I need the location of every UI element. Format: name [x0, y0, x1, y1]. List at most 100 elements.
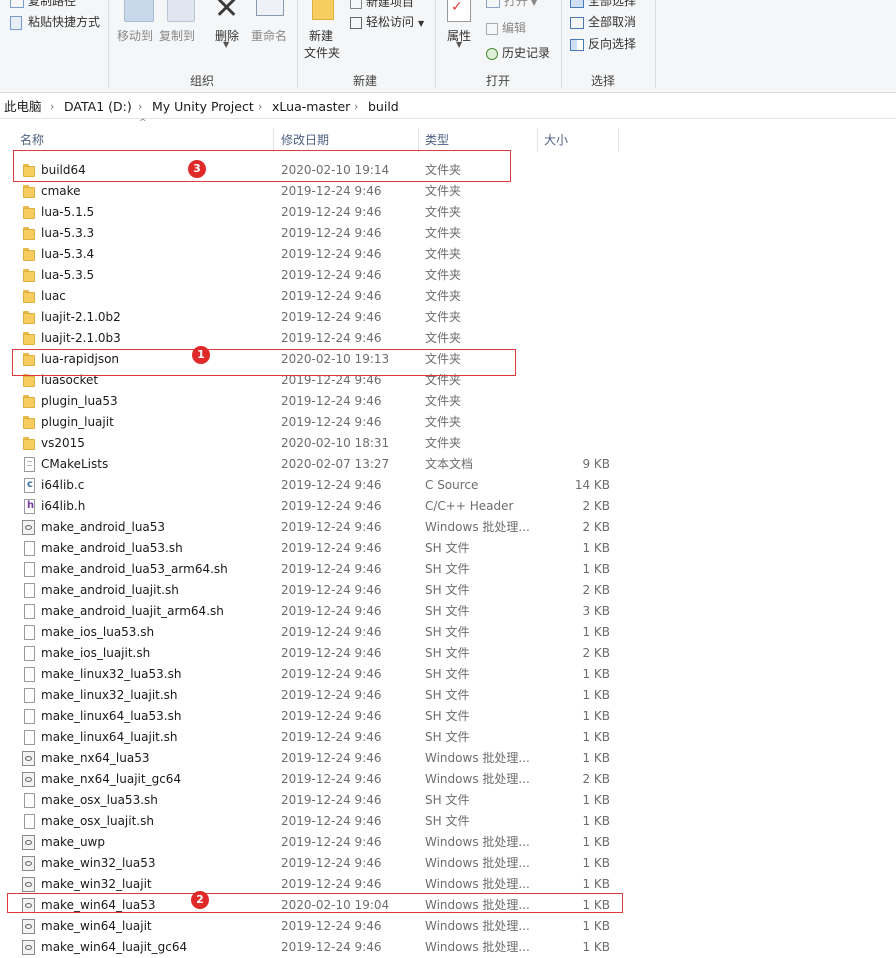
column-divider[interactable]: [273, 128, 274, 152]
file-row[interactable]: make_osx_lua53.sh 2019-12-24 9:46 SH 文件 1 K…: [0, 790, 896, 811]
file-row[interactable]: make_win64_lua53 2020-02-10 19:04 Windows …: [0, 895, 896, 916]
file-date: 2020-02-10 19:13: [281, 352, 390, 366]
copy-path-button[interactable]: 复制路径: [10, 0, 76, 9]
file-icon: [24, 604, 35, 619]
column-divider[interactable]: [418, 128, 419, 152]
file-row[interactable]: make_win32_lua53 2019-12-24 9:46 Windows 批…: [0, 853, 896, 874]
folder-icon: [22, 331, 36, 346]
breadcrumb-item[interactable]: xLua-master: [272, 96, 350, 118]
file-row[interactable]: vs2015 2020-02-10 18:31 文件夹: [0, 433, 896, 454]
file-row[interactable]: make_nx64_luajit_gc64 2019-12-24 9:46 Wind…: [0, 769, 896, 790]
file-type: SH 文件: [425, 667, 470, 681]
chevron-right-icon[interactable]: ›: [354, 96, 358, 118]
edit-button[interactable]: 编辑: [486, 19, 526, 36]
group-separator: [297, 0, 298, 88]
select-all-button[interactable]: 全部选择: [570, 0, 636, 9]
file-row[interactable]: make_android_luajit.sh 2019-12-24 9:46 SH …: [0, 580, 896, 601]
file-size: 1 KB: [582, 919, 610, 933]
file-row[interactable]: i64lib.h 2019-12-24 9:46 C/C++ Header 2 KB: [0, 495, 896, 517]
file-date: 2019-12-24 9:46: [281, 730, 382, 744]
file-icon: [24, 793, 35, 808]
select-none-button[interactable]: 全部取消: [570, 13, 636, 30]
file-row[interactable]: build64 2020-02-10 19:14 文件夹: [0, 160, 896, 181]
folder-icon: [22, 268, 36, 283]
chevron-right-icon[interactable]: ›: [138, 96, 142, 118]
open-group-label: 打开: [486, 74, 511, 88]
breadcrumb-item[interactable]: 此电脑: [4, 96, 42, 118]
file-size: 1 KB: [582, 814, 610, 828]
column-header-name[interactable]: 名称: [20, 126, 44, 154]
file-row[interactable]: make_ios_lua53.sh 2019-12-24 9:46 SH 文件 1 K…: [0, 622, 896, 643]
file-size: 9 KB: [582, 457, 610, 471]
file-row[interactable]: make_android_lua53_arm64.sh 2019-12-24 9:…: [0, 559, 896, 580]
folder-icon: [22, 289, 36, 304]
file-name: lua-5.3.5: [41, 268, 95, 282]
folder-icon: [22, 373, 36, 388]
file-row[interactable]: make_linux32_luajit.sh 2019-12-24 9:46 SH …: [0, 685, 896, 706]
file-row[interactable]: lua-5.3.4 2019-12-24 9:46 文件夹: [0, 244, 896, 265]
easy-access-button[interactable]: 轻松访问 ▼: [350, 13, 424, 30]
file-row[interactable]: i64lib.c 2019-12-24 9:46 C Source 14 KB: [0, 474, 896, 496]
file-date: 2019-12-24 9:46: [281, 793, 382, 807]
file-type: 文件夹: [425, 394, 462, 408]
file-row[interactable]: luasocket 2019-12-24 9:46 文件夹: [0, 370, 896, 391]
file-row[interactable]: make_ios_luajit.sh 2019-12-24 9:46 SH 文件 2 …: [0, 643, 896, 664]
file-date: 2020-02-07 13:27: [281, 457, 390, 471]
new-item-button[interactable]: 新建项目: [350, 0, 414, 10]
chevron-right-icon[interactable]: ›: [50, 96, 54, 118]
file-row[interactable]: make_win64_luajit_gc64 2019-12-24 9:46 Win…: [0, 937, 896, 958]
file-name: make_android_lua53: [41, 520, 166, 534]
file-row[interactable]: cmake 2019-12-24 9:46 文件夹: [0, 181, 896, 202]
column-header-date[interactable]: 修改日期: [281, 126, 329, 154]
open-button[interactable]: 打开 ▼: [486, 0, 537, 9]
file-row[interactable]: make_linux64_luajit.sh 2019-12-24 9:46 SH …: [0, 727, 896, 748]
file-type: 文件夹: [425, 184, 462, 198]
batch-file-icon: [22, 919, 35, 934]
file-date: 2019-12-24 9:46: [281, 919, 382, 933]
file-icon: [24, 709, 35, 724]
file-row[interactable]: make_win64_luajit 2019-12-24 9:46 Windows …: [0, 916, 896, 937]
invert-selection-button[interactable]: 反向选择: [570, 35, 636, 52]
file-row[interactable]: lua-5.1.5 2019-12-24 9:46 文件夹: [0, 202, 896, 223]
file-row[interactable]: make_nx64_lua53 2019-12-24 9:46 Windows 批处…: [0, 748, 896, 769]
file-row[interactable]: plugin_luajit 2019-12-24 9:46 文件夹: [0, 412, 896, 433]
paste-shortcut-button[interactable]: 粘贴快捷方式: [10, 13, 100, 30]
file-row[interactable]: make_osx_luajit.sh 2019-12-24 9:46 SH 文件 1 …: [0, 811, 896, 832]
file-size: 1 KB: [582, 667, 610, 681]
file-row[interactable]: CMakeLists 2020-02-07 13:27 文本文档 9 KB: [0, 454, 896, 475]
file-type: 文件夹: [425, 247, 462, 261]
file-row[interactable]: plugin_lua53 2019-12-24 9:46 文件夹: [0, 391, 896, 412]
file-row[interactable]: make_android_luajit_arm64.sh 2019-12-24 9…: [0, 601, 896, 622]
column-divider[interactable]: [537, 128, 538, 152]
breadcrumb-item[interactable]: My Unity Project: [152, 96, 254, 118]
file-row[interactable]: luajit-2.1.0b3 2019-12-24 9:46 文件夹: [0, 328, 896, 349]
column-header-size[interactable]: 大小: [544, 126, 568, 154]
file-date: 2019-12-24 9:46: [281, 562, 382, 576]
file-date: 2020-02-10 19:04: [281, 898, 390, 912]
file-row[interactable]: make_uwp 2019-12-24 9:46 Windows 批处理... 1 K…: [0, 832, 896, 853]
file-type: 文件夹: [425, 310, 462, 324]
folder-icon: [22, 184, 36, 199]
file-row[interactable]: lua-5.3.5 2019-12-24 9:46 文件夹: [0, 265, 896, 286]
file-row[interactable]: make_linux32_lua53.sh 2019-12-24 9:46 SH 文…: [0, 664, 896, 685]
file-row[interactable]: lua-rapidjson 2020-02-10 19:13 文件夹: [0, 349, 896, 370]
address-bar[interactable]: 此电脑 › DATA1 (D:) › My Unity Project › xL…: [0, 96, 896, 119]
file-date: 2019-12-24 9:46: [281, 205, 382, 219]
chevron-down-icon: ▼: [223, 40, 230, 49]
file-row[interactable]: luac 2019-12-24 9:46 文件夹: [0, 286, 896, 307]
breadcrumb-item[interactable]: build: [368, 96, 399, 118]
chevron-right-icon[interactable]: ›: [258, 96, 262, 118]
file-row[interactable]: luajit-2.1.0b2 2019-12-24 9:46 文件夹: [0, 307, 896, 328]
file-row[interactable]: make_android_lua53 2019-12-24 9:46 Windows…: [0, 517, 896, 538]
file-row[interactable]: make_linux64_lua53.sh 2019-12-24 9:46 SH 文…: [0, 706, 896, 727]
column-header-type[interactable]: 类型: [425, 126, 449, 154]
breadcrumb-item[interactable]: DATA1 (D:): [64, 96, 132, 118]
file-row[interactable]: lua-5.3.3 2019-12-24 9:46 文件夹: [0, 223, 896, 244]
file-row[interactable]: make_win32_luajit 2019-12-24 9:46 Windows …: [0, 874, 896, 895]
column-divider[interactable]: [618, 128, 619, 152]
file-type: 文件夹: [425, 436, 462, 450]
history-button[interactable]: 历史记录: [486, 44, 550, 61]
file-row[interactable]: make_android_lua53.sh 2019-12-24 9:46 SH 文…: [0, 538, 896, 559]
file-size: 1 KB: [582, 709, 610, 723]
file-type: 文件夹: [425, 163, 462, 177]
